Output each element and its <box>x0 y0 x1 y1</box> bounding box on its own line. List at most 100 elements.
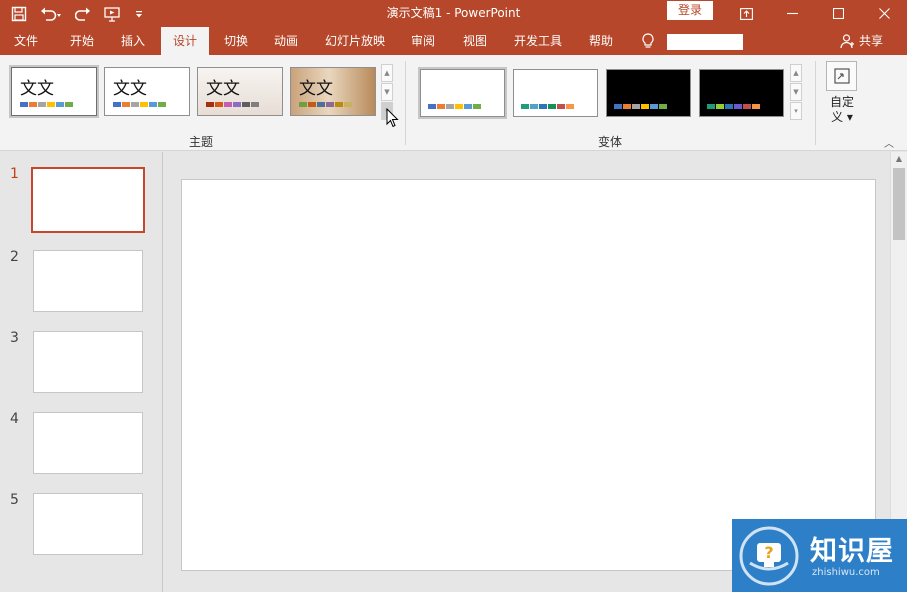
maximize-icon[interactable] <box>815 0 861 27</box>
color-swatch <box>224 102 232 107</box>
variant-color-swatches <box>614 104 667 109</box>
tab-developer[interactable]: 开发工具 <box>506 27 570 55</box>
tab-home[interactable]: 开始 <box>60 27 104 55</box>
close-icon[interactable] <box>861 0 907 27</box>
color-swatch <box>539 104 547 109</box>
color-swatch <box>557 104 565 109</box>
theme-color-swatches <box>113 102 166 107</box>
variant-option-1[interactable] <box>418 67 507 119</box>
title-bar: 演示文稿1 - PowerPoint 登录 <box>0 0 907 27</box>
color-swatch <box>317 102 325 107</box>
theme-option-3[interactable]: 文文 <box>197 67 283 116</box>
variant-option-3[interactable] <box>606 69 691 117</box>
slide-thumbnail-3[interactable] <box>33 331 143 393</box>
more-icon[interactable]: ▾ <box>790 102 802 120</box>
slide-thumbnail-5[interactable] <box>33 493 143 555</box>
slide-number: 1 <box>10 166 19 182</box>
variant-color-swatches <box>707 104 760 109</box>
color-swatch <box>38 102 46 107</box>
color-swatch <box>473 104 481 109</box>
tab-design[interactable]: 设计 <box>161 27 209 55</box>
minimize-icon[interactable] <box>769 0 815 27</box>
color-swatch <box>20 102 28 107</box>
color-swatch <box>344 102 352 107</box>
scrollbar-thumb[interactable] <box>893 168 905 240</box>
scroll-down-icon[interactable]: ▼ <box>790 83 802 101</box>
variants-gallery-scroll[interactable]: ▲ ▼ ▾ <box>790 64 802 121</box>
color-swatch <box>215 102 223 107</box>
undo-icon[interactable] <box>38 3 64 25</box>
color-swatch <box>734 104 742 109</box>
color-swatch <box>251 102 259 107</box>
tab-review[interactable]: 审阅 <box>402 27 444 55</box>
slide-thumbnail-2[interactable] <box>33 250 143 312</box>
scroll-up-icon[interactable]: ▲ <box>790 64 802 82</box>
slide-thumbnail-1[interactable] <box>31 167 145 233</box>
color-swatch <box>566 104 574 109</box>
theme-option-2[interactable]: 文文 <box>104 67 190 116</box>
color-swatch <box>530 104 538 109</box>
slide-number: 5 <box>10 492 19 508</box>
color-swatch <box>455 104 463 109</box>
watermark-url: zhishiwu.com <box>812 567 880 578</box>
customize-qat-icon[interactable] <box>132 3 146 25</box>
color-swatch <box>140 102 148 107</box>
redo-icon[interactable] <box>72 3 94 25</box>
tab-view[interactable]: 视图 <box>454 27 496 55</box>
scroll-down-icon[interactable]: ▼ <box>381 83 393 101</box>
color-swatch <box>113 102 121 107</box>
watermark-name: 知识屋 <box>810 536 894 567</box>
color-swatch <box>149 102 157 107</box>
tab-help[interactable]: 帮助 <box>580 27 622 55</box>
color-swatch <box>428 104 436 109</box>
tell-me-input[interactable] <box>667 34 743 50</box>
color-swatch <box>446 104 454 109</box>
tab-transitions[interactable]: 切换 <box>215 27 257 55</box>
customize-button[interactable] <box>826 61 857 91</box>
variant-option-4[interactable] <box>699 69 784 117</box>
color-swatch <box>29 102 37 107</box>
theme-option-4[interactable]: 文文 <box>290 67 376 116</box>
color-swatch <box>299 102 307 107</box>
ribbon-display-options-icon[interactable] <box>723 0 769 27</box>
color-swatch <box>122 102 130 107</box>
share-label: 共享 <box>859 34 884 48</box>
color-swatch <box>650 104 658 109</box>
share-button[interactable]: 共享 <box>840 27 883 55</box>
tab-file[interactable]: 文件 <box>6 27 46 55</box>
ribbon-design: 文文 文文 文文 文文 ▲ ▼ ▾ 主题 ▲ ▼ ▾ 变体 自定义 ▾ ︿ <box>0 55 907 151</box>
slide-number: 3 <box>10 330 19 346</box>
color-swatch <box>131 102 139 107</box>
ribbon-separator <box>815 61 816 145</box>
scroll-up-icon[interactable]: ▲ <box>381 64 393 82</box>
start-from-beginning-icon[interactable] <box>102 3 124 25</box>
color-swatch <box>242 102 250 107</box>
color-swatch <box>716 104 724 109</box>
theme-preview-text: 文文 <box>299 79 333 99</box>
ribbon-tabs: 文件 开始 插入 设计 切换 动画 幻灯片放映 审阅 视图 开发工具 帮助 共享 <box>0 27 907 55</box>
color-swatch <box>56 102 64 107</box>
slide-number: 4 <box>10 411 19 427</box>
scroll-up-arrow[interactable]: ▲ <box>891 152 907 166</box>
color-swatch <box>743 104 751 109</box>
mouse-cursor-icon <box>386 108 399 128</box>
ribbon-separator <box>405 61 406 145</box>
variant-option-2[interactable] <box>513 69 598 117</box>
variant-color-swatches <box>428 104 481 109</box>
slide-thumbnail-4[interactable] <box>33 412 143 474</box>
theme-preview-text: 文文 <box>20 79 54 99</box>
tab-animations[interactable]: 动画 <box>265 27 307 55</box>
lightbulb-icon[interactable] <box>636 27 660 55</box>
color-swatch <box>752 104 760 109</box>
color-swatch <box>47 102 55 107</box>
tab-slide-show[interactable]: 幻灯片放映 <box>318 27 392 55</box>
save-icon[interactable] <box>8 3 30 25</box>
tab-insert[interactable]: 插入 <box>112 27 154 55</box>
customize-label[interactable]: 自定义 ▾ <box>826 95 858 125</box>
collapse-ribbon-icon[interactable]: ︿ <box>884 135 894 150</box>
color-swatch <box>437 104 445 109</box>
theme-option-1[interactable]: 文文 <box>9 65 99 118</box>
login-button[interactable]: 登录 <box>667 1 713 20</box>
color-swatch <box>65 102 73 107</box>
slide-canvas[interactable] <box>181 179 876 571</box>
